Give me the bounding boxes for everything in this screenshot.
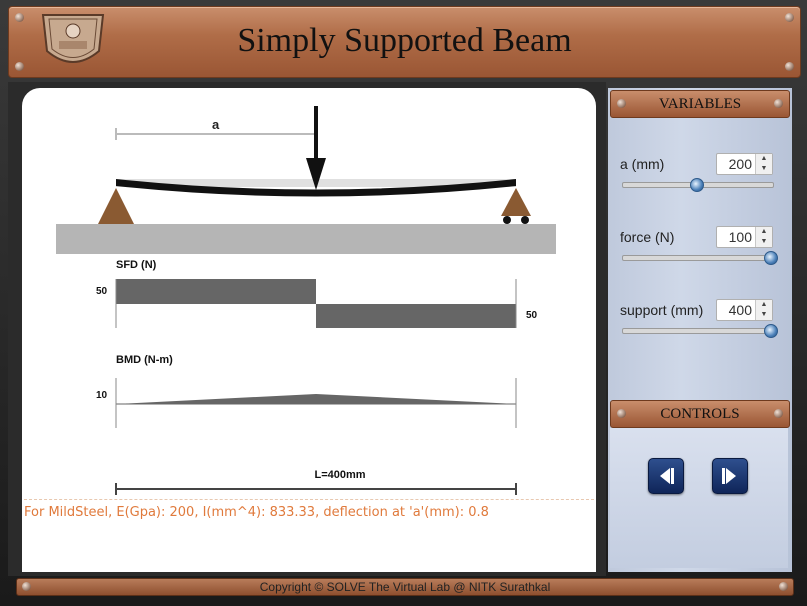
- variables-heading: VARIABLES: [610, 90, 790, 118]
- sfd-negative-value: 50: [526, 310, 538, 321]
- roller-support-icon: [501, 188, 531, 216]
- a-value[interactable]: 200: [729, 156, 752, 172]
- rivet-icon: [617, 409, 626, 418]
- roller-wheel-icon: [521, 216, 529, 224]
- step-forward-icon: [722, 468, 736, 484]
- a-stepper-arrows: ▲ ▼: [755, 154, 772, 174]
- force-slider[interactable]: [622, 251, 778, 265]
- support-variable-label: support (mm): [620, 302, 704, 318]
- a-stepper[interactable]: 200 ▲ ▼: [716, 153, 773, 175]
- force-stepper-arrows: ▲ ▼: [755, 227, 772, 247]
- copyright-text: Copyright © SOLVE The Virtual Lab @ NITK…: [259, 580, 551, 594]
- force-stepper[interactable]: 100 ▲ ▼: [716, 226, 773, 248]
- force-slider-thumb[interactable]: [764, 251, 778, 265]
- rivet-icon: [779, 582, 788, 591]
- variables-heading-text: VARIABLES: [658, 96, 742, 112]
- support-stepper[interactable]: 400 ▲ ▼: [716, 299, 773, 321]
- a-variable-label: a (mm): [620, 156, 665, 172]
- support-slider-thumb[interactable]: [764, 324, 778, 338]
- controls-heading: CONTROLS: [610, 400, 790, 428]
- sfd-positive-block: [116, 279, 316, 304]
- support-slider[interactable]: [622, 324, 778, 338]
- controls-heading-text: CONTROLS: [660, 406, 740, 422]
- stepper-down-icon[interactable]: ▼: [756, 237, 772, 247]
- a-label: a: [212, 117, 220, 132]
- controls-panel: [610, 428, 788, 568]
- rivet-icon: [774, 409, 783, 418]
- step-back-icon: [660, 468, 674, 484]
- sfd-negative-block: [316, 304, 516, 328]
- stepper-down-icon[interactable]: ▼: [756, 310, 772, 320]
- bmd-triangle: [116, 394, 516, 404]
- force-variable-label: force (N): [620, 229, 675, 245]
- rivet-icon: [617, 99, 626, 108]
- footer-bar: Copyright © SOLVE The Virtual Lab @ NITK…: [16, 578, 794, 596]
- length-label: L=400mm: [314, 469, 366, 481]
- step-forward-button[interactable]: [712, 458, 748, 494]
- bmd-value: 10: [96, 390, 108, 401]
- deflection-info: For MildSteel, E(Gpa): 200, I(mm^4): 833…: [24, 505, 489, 520]
- step-back-button[interactable]: [648, 458, 684, 494]
- a-slider[interactable]: [622, 178, 774, 192]
- sfd-positive-value: 50: [96, 286, 108, 297]
- stepper-down-icon[interactable]: ▼: [756, 164, 772, 174]
- ground: [56, 224, 556, 254]
- bmd-title: BMD (N-m): [116, 354, 173, 366]
- divider: [24, 499, 594, 500]
- rivet-icon: [774, 99, 783, 108]
- a-slider-thumb[interactable]: [690, 178, 704, 192]
- support-value[interactable]: 400: [729, 302, 752, 318]
- force-value[interactable]: 100: [729, 229, 752, 245]
- support-stepper-arrows: ▲ ▼: [755, 300, 772, 320]
- roller-wheel-icon: [503, 216, 511, 224]
- sfd-title: SFD (N): [116, 259, 157, 271]
- pin-support-icon: [98, 188, 134, 224]
